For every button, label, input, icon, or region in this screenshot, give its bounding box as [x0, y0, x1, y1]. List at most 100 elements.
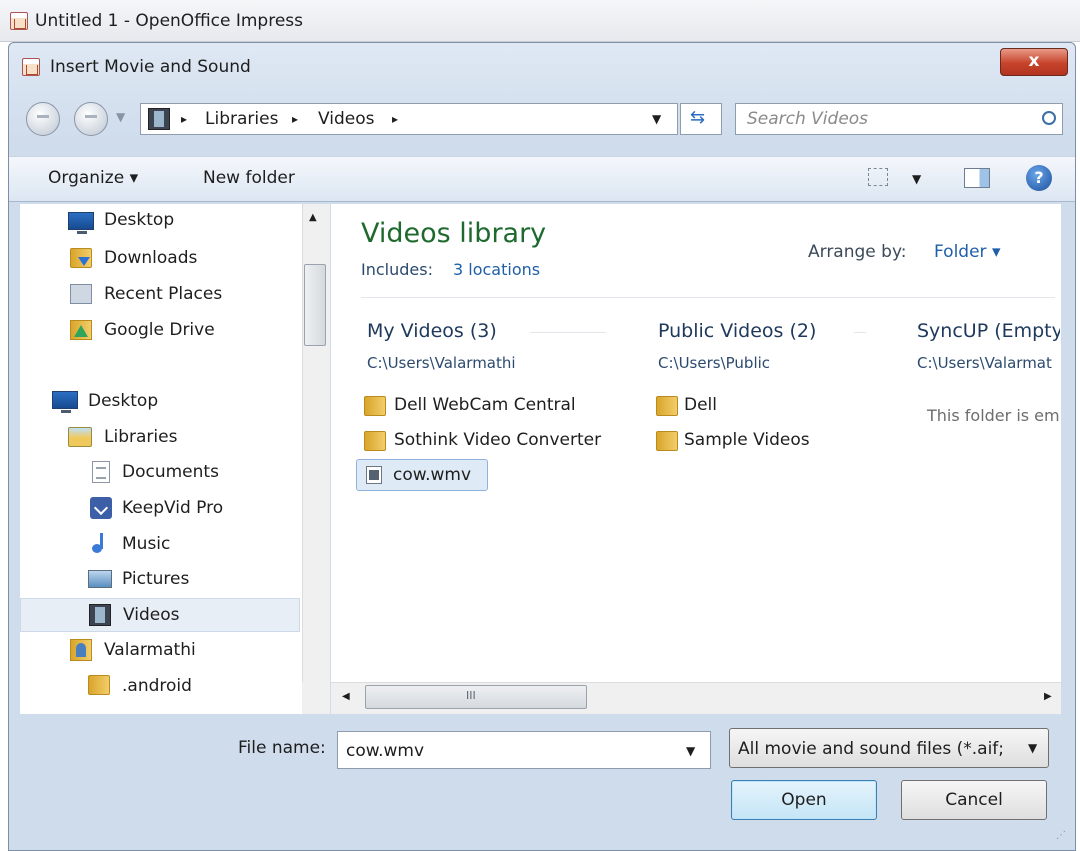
scroll-up-arrow-icon[interactable]: ▲ [309, 212, 317, 223]
file-item-folder[interactable]: Dell [650, 390, 850, 422]
google-drive-icon [70, 320, 92, 340]
scrollbar-corner [302, 682, 330, 714]
file-type-select[interactable]: All movie and sound files (*.aif; ▼ [729, 728, 1049, 768]
group-syncup: SyncUP (Empty C:\Users\Valarmat This fol… [900, 300, 1060, 480]
new-folder-button[interactable]: New folder [203, 168, 295, 188]
address-history-dropdown-icon[interactable]: ▼ [652, 112, 661, 126]
folder-icon [656, 396, 678, 416]
folder-icon [88, 675, 110, 695]
close-button[interactable]: x [1000, 48, 1068, 76]
nav-item-keepvid-pro[interactable]: KeepVid Pro [70, 492, 292, 526]
group-header-public-videos[interactable]: Public Videos (2) [658, 320, 816, 342]
nav-item-desktop-favorite[interactable]: Desktop [52, 206, 292, 240]
scroll-right-arrow-icon[interactable]: ▶ [1044, 691, 1052, 702]
documents-icon [92, 461, 110, 483]
group-divider [854, 332, 866, 333]
dialog-title: Insert Movie and Sound [50, 57, 251, 77]
empty-folder-message: This folder is emp [927, 406, 1060, 425]
file-name-dropdown-icon[interactable]: ▼ [686, 744, 695, 758]
file-name-value: cow.wmv [346, 741, 425, 761]
openoffice-icon [10, 12, 28, 30]
nav-pane-scroll-thumb[interactable] [304, 264, 326, 346]
organize-button[interactable]: Organize ▾ [48, 168, 138, 188]
resize-grip-icon[interactable]: ⋰ [1056, 830, 1066, 841]
file-item-folder[interactable]: Sample Videos [650, 425, 850, 457]
music-icon [90, 532, 112, 554]
nav-item-label: Documents [122, 462, 219, 482]
nav-item-pictures[interactable]: Pictures [70, 563, 292, 597]
nav-item-videos[interactable]: Videos [20, 598, 300, 632]
recent-locations-arrow-icon[interactable]: ▼ [116, 110, 125, 124]
group-divider [530, 332, 606, 333]
nav-item-label: Videos [123, 605, 180, 625]
nav-item-desktop[interactable]: Desktop [36, 385, 292, 419]
preview-pane-icon[interactable] [964, 168, 990, 188]
forward-button[interactable] [74, 102, 108, 136]
nav-item-recent-places[interactable]: Recent Places [52, 278, 292, 312]
nav-item-android[interactable]: .android [70, 670, 292, 704]
horizontal-scroll-thumb[interactable] [365, 685, 587, 709]
breadcrumb-libraries[interactable]: Libraries [205, 109, 278, 129]
pictures-icon [88, 570, 112, 588]
refresh-icon: ⇆ [690, 107, 706, 128]
nav-item-documents[interactable]: Documents [70, 456, 292, 490]
nav-item-google-drive[interactable]: Google Drive [52, 314, 292, 348]
breadcrumb-separator-icon[interactable]: ▸ [181, 112, 187, 126]
app-title: Untitled 1 - OpenOffice Impress [35, 11, 303, 31]
file-item-label: Sothink Video Converter [394, 430, 602, 450]
file-type-dropdown-icon[interactable]: ▼ [1028, 741, 1037, 755]
nav-item-label: Libraries [104, 427, 178, 447]
nav-item-valarmathi[interactable]: Valarmathi [52, 634, 292, 668]
recent-places-icon [70, 284, 92, 304]
nav-item-label: Desktop [104, 210, 175, 230]
group-header-syncup[interactable]: SyncUP (Empty [917, 320, 1060, 342]
nav-item-label: .android [122, 676, 192, 696]
nav-item-label: Google Drive [104, 320, 215, 340]
nav-item-music[interactable]: Music [70, 528, 292, 562]
libraries-icon [68, 427, 92, 447]
keepvid-icon [90, 497, 112, 519]
nav-item-label: Valarmathi [104, 640, 196, 660]
breadcrumb-separator-icon[interactable]: ▸ [392, 112, 398, 126]
nav-item-libraries[interactable]: Libraries [52, 421, 292, 455]
nav-item-label: Downloads [104, 248, 198, 268]
header-divider [361, 297, 1055, 298]
back-button[interactable] [26, 102, 60, 136]
desktop-icon [52, 391, 78, 413]
video-file-icon [366, 466, 382, 484]
file-item-folder[interactable]: Dell WebCam Central [358, 390, 618, 422]
library-title: Videos library [361, 218, 547, 249]
breadcrumb-videos[interactable]: Videos [318, 109, 375, 129]
group-header-my-videos[interactable]: My Videos (3) [367, 320, 497, 342]
file-item-label: Dell [684, 395, 717, 415]
arrange-by-label: Arrange by: [808, 242, 907, 262]
scroll-grip-icon: III [466, 689, 476, 702]
nav-item-downloads[interactable]: Downloads [52, 242, 292, 276]
group-path-public-videos: C:\Users\Public [658, 354, 771, 372]
file-item-folder[interactable]: Sothink Video Converter [358, 425, 618, 457]
change-view-icon[interactable] [868, 168, 888, 186]
dialog-icon [22, 58, 40, 76]
file-name-input[interactable]: cow.wmv ▼ [337, 731, 711, 769]
search-icon[interactable] [1042, 111, 1056, 125]
search-placeholder: Search Videos [747, 109, 869, 129]
user-folder-icon [70, 639, 92, 661]
file-item-cow-wmv[interactable]: cow.wmv [356, 459, 488, 491]
cancel-button[interactable]: Cancel [901, 780, 1047, 820]
videos-icon [89, 604, 111, 626]
folder-icon [364, 396, 386, 416]
group-path-my-videos: C:\Users\Valarmathi [367, 354, 516, 372]
arrange-by-dropdown[interactable]: Folder ▾ [934, 242, 1000, 262]
breadcrumb-separator-icon[interactable]: ▸ [292, 112, 298, 126]
library-locations-link[interactable]: 3 locations [453, 260, 540, 279]
videos-location-icon [148, 108, 170, 130]
scroll-left-arrow-icon[interactable]: ◀ [342, 691, 350, 702]
open-button[interactable]: Open [731, 780, 877, 820]
file-item-label: cow.wmv [393, 465, 472, 485]
downloads-icon [70, 248, 92, 268]
nav-item-label: Music [122, 534, 171, 554]
help-icon[interactable]: ? [1026, 165, 1052, 191]
view-options-dropdown-icon[interactable]: ▼ [912, 172, 921, 186]
group-path-syncup: C:\Users\Valarmat [917, 354, 1052, 372]
nav-item-label: Pictures [122, 569, 190, 589]
